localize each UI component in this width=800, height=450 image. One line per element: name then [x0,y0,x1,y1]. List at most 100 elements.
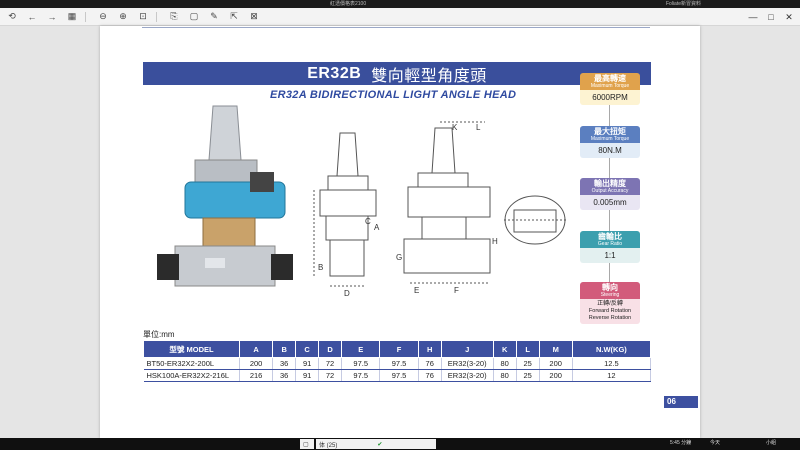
col-m: M [538,340,573,358]
spec-label-en: Maximum Torque [590,83,630,89]
spec-max-speed: 最高轉速 Maximum Torque 6000RPM [580,73,640,105]
front-view-drawing: C A B D [313,132,380,298]
close-button[interactable]: ✕ [780,8,798,26]
cell: 200 [539,369,573,382]
subtitle: ER32A BIDIRECTIONAL LIGHT ANGLE HEAD [270,89,517,101]
cell: ER32(3-20) [441,369,494,382]
col-f: F [379,340,419,358]
tray-label[interactable]: 小組 [766,439,776,446]
maximize-button[interactable]: □ [762,8,780,26]
back-icon[interactable]: ⟲ [4,10,20,24]
spec-value-en-2: Reverse Rotation [588,315,632,321]
title-model: ER32B [307,64,362,82]
col-h: H [417,340,442,358]
dim-label-d: D [344,289,350,298]
table-header-row: 型號 MODEL A B C D E F H J K L M N.W(KG) [143,340,652,358]
col-c: C [295,340,320,358]
cell: 200 [539,357,573,370]
spec-value: 80N.M [580,143,640,158]
forward-icon[interactable]: → [44,10,60,24]
window-titlebar: 紅透價格表2100 Foliate新冒資料 [0,0,800,8]
previous-page-edge [142,26,650,28]
undo-back-icon[interactable]: ← [24,10,40,24]
rotate-icon[interactable]: ⎘ [166,10,182,24]
toolholder-shank [208,105,242,161]
col-model: 型號 MODEL [143,340,240,358]
col-b: B [272,340,297,358]
spec-label-zh: 齒輪比 [598,232,622,241]
cell: 80 [493,369,517,382]
spec-gear-ratio: 齒輪比 Gear Ratio 1:1 [580,231,640,263]
viewer-toolbar: ⟲ ← → ▦ ⊖ ⊕ ⊡ ⎘ ▢ ✎ ⇱ ⊠ [0,8,800,26]
spec-label-en: Steering [600,292,620,298]
cell: 97.5 [341,357,381,370]
spec-value-en-1: Forward Rotation [588,308,632,314]
taskbar-item[interactable]: 体 (25) ✔ [316,439,436,449]
dim-label-f: F [454,286,459,295]
cell: 97.5 [379,357,419,370]
col-a: A [238,340,274,358]
cell: 200 [239,357,274,370]
title-banner: ER32B 雙向輕型角度頭 [143,62,651,85]
spec-output-accuracy: 輸出精度 Output Accuracy 0.005mm [580,178,640,210]
spec-value: 1:1 [580,248,640,263]
spec-label-en: Gear Ratio [597,241,623,247]
cell: 97.5 [341,369,381,382]
dim-label-l: L [476,123,481,132]
dim-label-a: A [374,223,380,232]
cell: 36 [272,369,297,382]
section-detail-drawing [504,195,566,245]
edit-icon[interactable]: ✎ [206,10,222,24]
col-nw: N.W(KG) [571,340,652,358]
col-k: K [492,340,517,358]
spec-value: 正轉/反轉 [597,301,623,307]
minimize-button[interactable]: — [744,8,762,26]
close-doc-icon[interactable]: ⊠ [246,10,262,24]
cell: 76 [418,357,442,370]
stop-block [250,172,274,192]
tray-date: 今天 [710,440,721,446]
spec-label-zh: 輸出精度 [594,179,626,188]
page-number-badge: 06 [664,396,698,408]
toolbar-divider [156,11,157,22]
toolbar-divider [85,11,86,22]
spec-label-en: Output Accuracy [591,188,629,194]
cell: 25 [516,357,540,370]
tab-2[interactable]: Foliate新冒資料 [666,0,701,8]
cell: 72 [318,357,343,370]
cell: 97.5 [379,369,419,382]
dim-label-h: H [492,237,498,246]
nameplate [205,258,225,268]
dim-label-e: E [414,286,419,295]
zoom-in-icon[interactable]: ⊕ [115,10,131,24]
taskbar-item-label: 体 (25) [319,442,338,449]
tab-1[interactable]: 紅透價格表2100 [330,0,366,8]
cell: ER32(3-20) [441,357,494,370]
table-row: HSK100A-ER32X2-216L 216 36 91 72 97.5 97… [143,369,652,382]
spec-value: 6000RPM [580,90,640,105]
check-icon: ✔ [377,441,383,448]
bronze-spacer [202,217,256,247]
col-e: E [341,340,381,358]
spec-max-torque: 最大扭矩 Maximum Torque 80N.M [580,126,640,158]
zoom-out-icon[interactable]: ⊖ [95,10,111,24]
cell: 25 [516,369,540,382]
taskbar-app-icon[interactable]: ▢ [300,439,314,449]
side-view-drawing: K L E F G H [396,121,498,295]
cell: HSK100A-ER32X2-216L [143,369,240,382]
col-l: L [515,340,540,358]
toolholder-flange [194,159,258,183]
fit-icon[interactable]: ⊡ [135,10,151,24]
export-icon[interactable]: ⇱ [226,10,242,24]
unit-label: 單位:mm [143,330,175,339]
dim-label-g: G [396,253,402,262]
cell: 91 [295,369,320,382]
title-chinese: 雙向輕型角度頭 [371,67,487,85]
select-icon[interactable]: ▢ [186,10,202,24]
spec-label-zh: 最高轉速 [594,74,626,83]
cell: 72 [318,369,343,382]
cell: 36 [272,357,297,370]
grid-icon[interactable]: ▦ [64,10,80,24]
table-row: BT50-ER32X2-200L 200 36 91 72 97.5 97.5 … [143,357,652,370]
left-collet-nut [157,254,179,280]
